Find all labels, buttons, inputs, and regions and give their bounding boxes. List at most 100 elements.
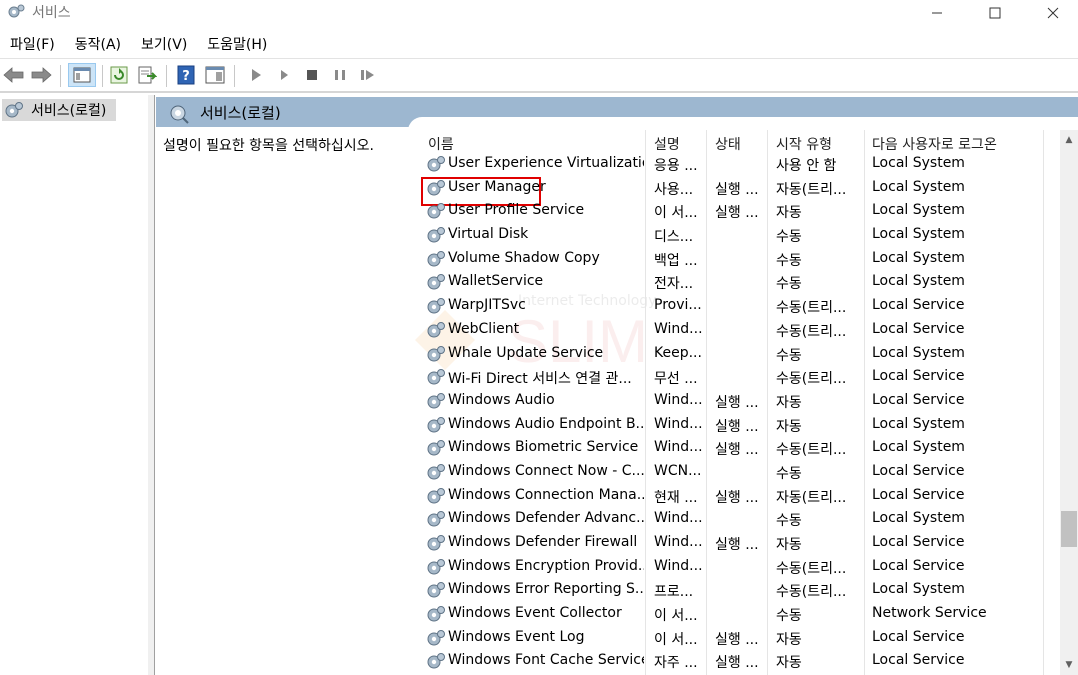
tree-item-services-local[interactable]: 서비스(로컬): [2, 99, 116, 121]
service-row[interactable]: Windows Audio Wind... 실행 ... 자동 Local Servic…: [416, 390, 1060, 414]
scroll-thumb[interactable]: [1061, 511, 1077, 547]
service-startup-type: 자동: [776, 631, 802, 648]
service-name: WebClient: [448, 320, 520, 337]
service-gear-icon: [427, 321, 445, 338]
toolbar-separator: [102, 65, 103, 87]
service-logon-as: Local System: [872, 226, 965, 243]
menu-help[interactable]: 도움말(H): [197, 33, 277, 57]
service-startup-type: 자동: [776, 418, 802, 435]
help-button[interactable]: ?: [174, 63, 198, 87]
service-gear-icon: [427, 606, 445, 622]
service-logon-as: Local System: [872, 581, 965, 598]
service-row[interactable]: Windows Error Reporting S... 프로... 수동(트리..…: [416, 579, 1060, 603]
service-row[interactable]: Windows Connect Now - C... WCN... 수동 Local …: [416, 461, 1060, 485]
console-tree-icon: [73, 67, 91, 83]
close-button[interactable]: [1024, 0, 1078, 26]
service-description: 백업 ...: [654, 252, 698, 269]
service-gear-icon: [427, 440, 445, 456]
service-row[interactable]: Windows Defender Firewall Wind... 실행 ... 자동…: [416, 532, 1060, 556]
service-row[interactable]: WalletService 전자... 수동 Local System: [416, 271, 1060, 295]
pane-splitter[interactable]: [148, 95, 155, 675]
minimize-button[interactable]: [908, 0, 966, 26]
service-row[interactable]: Windows Biometric Service Wind... 실행 ... 수동…: [416, 437, 1060, 461]
start-service-button[interactable]: [244, 63, 268, 87]
service-row[interactable]: Windows Font Cache Service 자주 ... 실행 ... 자동…: [416, 650, 1060, 674]
back-button[interactable]: [2, 63, 26, 87]
scroll-down-button[interactable]: ▼: [1060, 655, 1078, 675]
resume-service-icon: [361, 70, 374, 80]
menu-action[interactable]: 동작(A): [65, 33, 131, 57]
service-status: 실행 ...: [715, 537, 759, 553]
maximize-button[interactable]: [966, 0, 1024, 26]
vertical-scrollbar[interactable]: ▲ ▼: [1060, 130, 1078, 675]
service-row[interactable]: User Profile Service 이 서... 실행 ... 자동 Local …: [416, 200, 1060, 224]
service-description: 디스...: [654, 229, 694, 246]
service-logon-as: Local Service: [872, 297, 965, 314]
service-name: Virtual Disk: [448, 226, 529, 243]
service-status: 실행 ...: [715, 205, 759, 222]
service-row[interactable]: Windows Connection Mana... 현재 ... 실행 ... 자동…: [416, 485, 1060, 509]
scroll-up-button[interactable]: ▲: [1060, 130, 1078, 150]
service-description: 이 서...: [654, 608, 698, 625]
service-gear-icon: [427, 487, 445, 504]
service-name: Volume Shadow Copy: [448, 249, 600, 266]
svg-text:?: ?: [182, 69, 190, 84]
pane-title: 서비스(로컬): [200, 104, 281, 122]
services-list: ˄ 이름 설명 상태 시작 유형 다음 사용자로 로그온 User Experi…: [416, 130, 1060, 675]
menu-view[interactable]: 보기(V): [131, 33, 197, 57]
service-row[interactable]: Windows Event Collector 이 서... 수동 Network S…: [416, 603, 1060, 627]
service-row[interactable]: User Experience Virtualizatio... 응용 ... 사용…: [416, 153, 1060, 177]
export-list-button[interactable]: [135, 63, 159, 87]
stop-service-icon: [307, 70, 317, 80]
menu-file[interactable]: 파일(F): [0, 33, 65, 57]
properties-pane-button[interactable]: [203, 63, 227, 87]
service-startup-type: 수동: [776, 276, 802, 293]
service-name: Windows Audio: [448, 391, 555, 408]
forward-button[interactable]: [29, 63, 53, 87]
service-row[interactable]: Wi-Fi Direct 서비스 연결 관... 무선 ... 수동(트리... Lo…: [416, 366, 1060, 390]
service-row[interactable]: User Manager 사용... 실행 ... 자동(트리... Local Sys…: [416, 176, 1060, 206]
service-logon-as: Local Service: [872, 652, 965, 669]
service-description: Wind...: [654, 391, 703, 408]
refresh-button[interactable]: [107, 63, 131, 87]
service-row[interactable]: Windows Audio Endpoint B... Wind... 실행 ...…: [416, 414, 1060, 438]
service-row[interactable]: Windows Event Log 이 서... 실행 ... 자동 Local Ser…: [416, 627, 1060, 651]
sort-ascending-icon: ˄: [529, 130, 534, 137]
back-arrow-icon: [3, 67, 24, 83]
service-name: User Profile Service: [448, 202, 585, 219]
properties-pane-icon: [205, 66, 225, 84]
service-gear-icon: [427, 345, 445, 361]
service-status: 실행 ...: [715, 655, 759, 672]
pause-service-button[interactable]: [328, 63, 352, 87]
service-startup-type: 수동(트리...: [776, 323, 847, 340]
service-row[interactable]: WarpJITSvc Provi... 수동(트리... Local Service: [416, 295, 1060, 319]
start-service-alt-button[interactable]: [272, 63, 296, 87]
service-row[interactable]: Virtual Disk 디스... 수동 Local System: [416, 224, 1060, 248]
service-row[interactable]: WebClient Wind... 수동(트리... Local Service: [416, 319, 1060, 343]
service-row[interactable]: Windows Encryption Provid... Wind... 수동(트리…: [416, 556, 1060, 580]
service-status: 실행 ...: [715, 181, 759, 198]
service-row[interactable]: Whale Update Service Keep... 수동 Local Syste…: [416, 343, 1060, 367]
toolbar-separator: [166, 65, 167, 87]
service-gear-icon: [427, 392, 445, 409]
service-startup-type: 사용 안 함: [776, 158, 837, 174]
service-startup-type: 수동(트리...: [776, 300, 847, 317]
service-startup-type: 수동: [776, 347, 802, 364]
service-gear-icon: [427, 369, 445, 385]
service-logon-as: Local System: [872, 155, 965, 171]
service-row[interactable]: Windows Defender Advanc... Wind... 수동 Local…: [416, 508, 1060, 532]
resume-service-button[interactable]: [356, 63, 380, 87]
close-icon: [1047, 7, 1059, 19]
services-rows: User Experience Virtualizatio... 응용 ... 사용…: [416, 155, 1060, 674]
description-prompt: 설명이 필요한 항목을 선택하십시오.: [163, 138, 374, 154]
service-startup-type: 수동: [776, 465, 802, 482]
show-console-tree-button[interactable]: [68, 63, 96, 87]
service-row[interactable]: Volume Shadow Copy 백업 ... 수동 Local System: [416, 248, 1060, 272]
service-logon-as: Local Service: [872, 534, 965, 550]
service-startup-type: 수동: [776, 608, 802, 625]
service-description: Wind...: [654, 439, 703, 456]
service-logon-as: Local System: [872, 344, 965, 361]
service-gear-icon: [427, 274, 445, 290]
stop-service-button[interactable]: [300, 63, 324, 87]
service-status: 실행 ...: [715, 631, 759, 648]
